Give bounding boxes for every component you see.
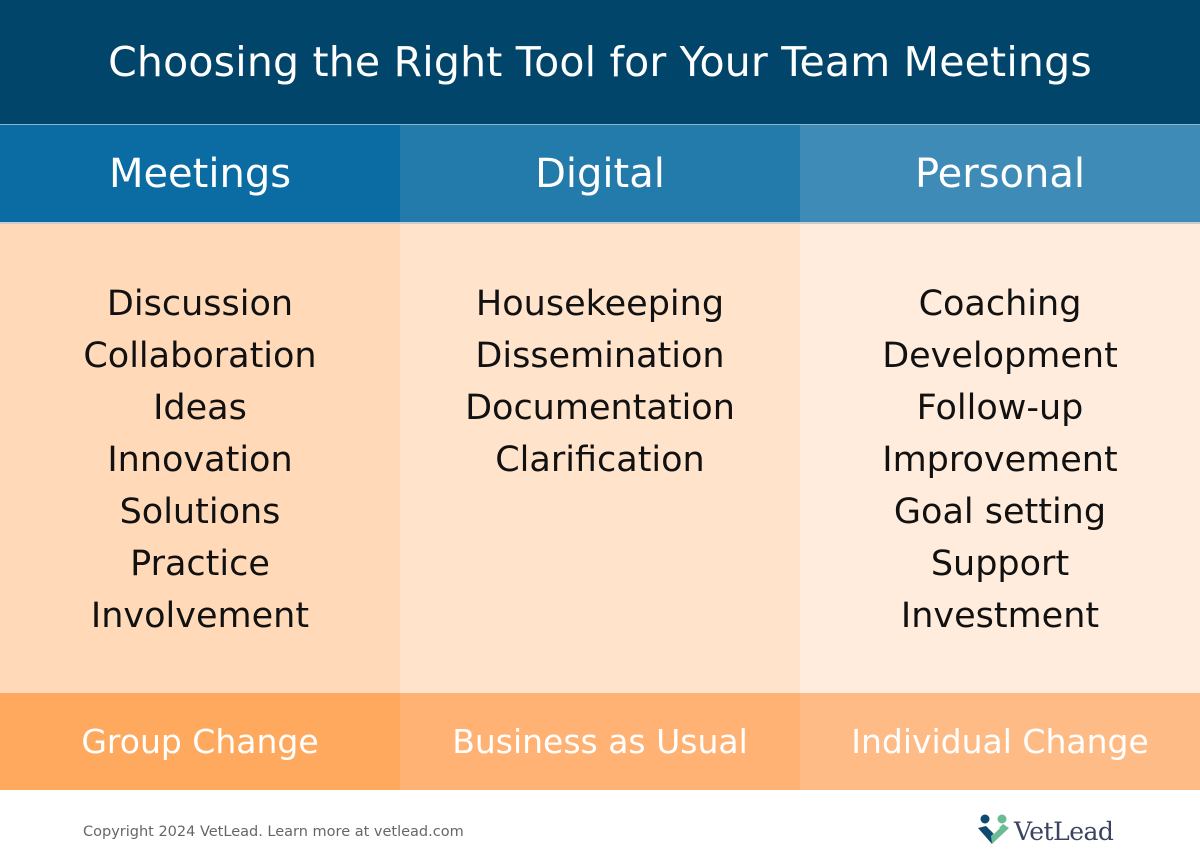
column-body-meetings: Discussion Collaboration Ideas Innovatio… bbox=[0, 224, 400, 693]
item-list: Coaching Development Follow-up Improveme… bbox=[882, 224, 1118, 693]
list-item: Support bbox=[930, 544, 1070, 584]
copyright-text: Copyright 2024 VetLead. Learn more at ve… bbox=[83, 824, 464, 840]
list-item: Goal setting bbox=[893, 492, 1107, 532]
page-title: Choosing the Right Tool for Your Team Me… bbox=[0, 0, 1200, 125]
column-footers: Group Change Business as Usual Individua… bbox=[0, 693, 1200, 790]
column-footer-meetings: Group Change bbox=[0, 693, 400, 790]
list-item: Ideas bbox=[153, 388, 247, 428]
logo-text: VetLead bbox=[1014, 816, 1114, 846]
list-item: Development bbox=[882, 336, 1118, 376]
list-item: Solutions bbox=[119, 492, 281, 532]
list-item: Housekeeping bbox=[475, 284, 725, 324]
column-body-personal: Coaching Development Follow-up Improveme… bbox=[800, 224, 1200, 693]
list-item: Discussion bbox=[106, 284, 294, 324]
list-item: Follow-up bbox=[916, 388, 1084, 428]
column-headers: Meetings Digital Personal bbox=[0, 125, 1200, 222]
list-item: Practice bbox=[130, 544, 270, 584]
list-item: Innovation bbox=[107, 440, 293, 480]
list-item: Coaching bbox=[918, 284, 1082, 324]
list-item: Improvement bbox=[882, 440, 1118, 480]
column-header-personal: Personal bbox=[800, 125, 1200, 222]
column-footer-digital: Business as Usual bbox=[400, 693, 800, 790]
column-bodies: Discussion Collaboration Ideas Innovatio… bbox=[0, 222, 1200, 693]
vetlead-logo: VetLead bbox=[976, 814, 1114, 848]
list-item: Dissemination bbox=[475, 336, 725, 376]
two-people-heart-icon bbox=[978, 814, 1009, 844]
column-body-digital: Housekeeping Dissemination Documentation… bbox=[400, 224, 800, 693]
list-item: Documentation bbox=[465, 388, 735, 428]
item-list: Housekeeping Dissemination Documentation… bbox=[465, 224, 735, 693]
item-list: Discussion Collaboration Ideas Innovatio… bbox=[83, 224, 316, 693]
list-item: Clarification bbox=[495, 440, 705, 480]
list-item: Collaboration bbox=[83, 336, 317, 376]
column-footer-personal: Individual Change bbox=[800, 693, 1200, 790]
list-item: Investment bbox=[900, 596, 1100, 636]
column-header-digital: Digital bbox=[400, 125, 800, 222]
column-header-meetings: Meetings bbox=[0, 125, 400, 222]
list-item: Involvement bbox=[90, 596, 310, 636]
